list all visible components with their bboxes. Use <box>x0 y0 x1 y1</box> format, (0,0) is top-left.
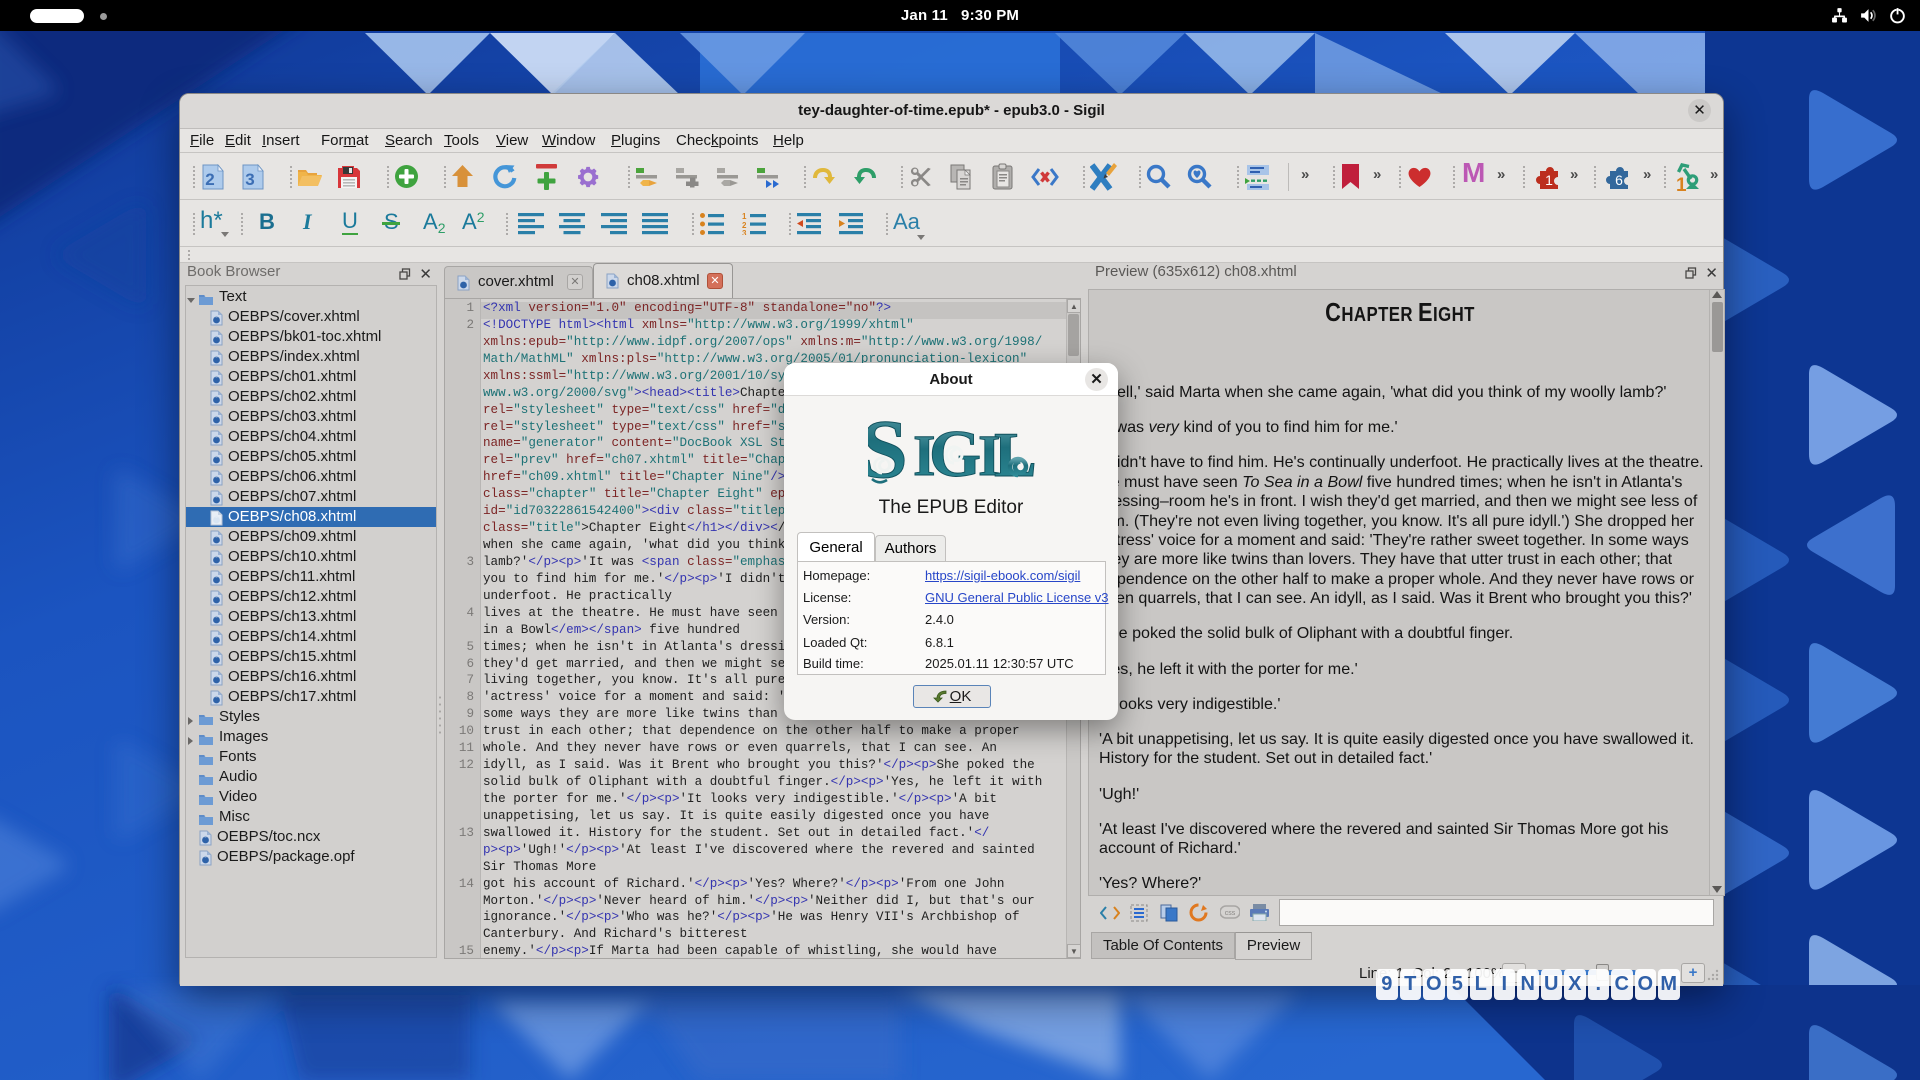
svg-text:1: 1 <box>742 213 747 221</box>
svg-text:3: 3 <box>742 229 747 235</box>
svg-text:G: G <box>929 417 981 491</box>
svg-text:3: 3 <box>245 170 254 189</box>
svg-text:2: 2 <box>205 170 214 189</box>
svg-text:L: L <box>994 419 1036 490</box>
svg-text:1: 1 <box>1545 172 1553 188</box>
svg-text:css: css <box>1225 910 1236 917</box>
svg-text:6: 6 <box>1615 172 1623 188</box>
svg-text:1: 1 <box>1676 175 1687 192</box>
